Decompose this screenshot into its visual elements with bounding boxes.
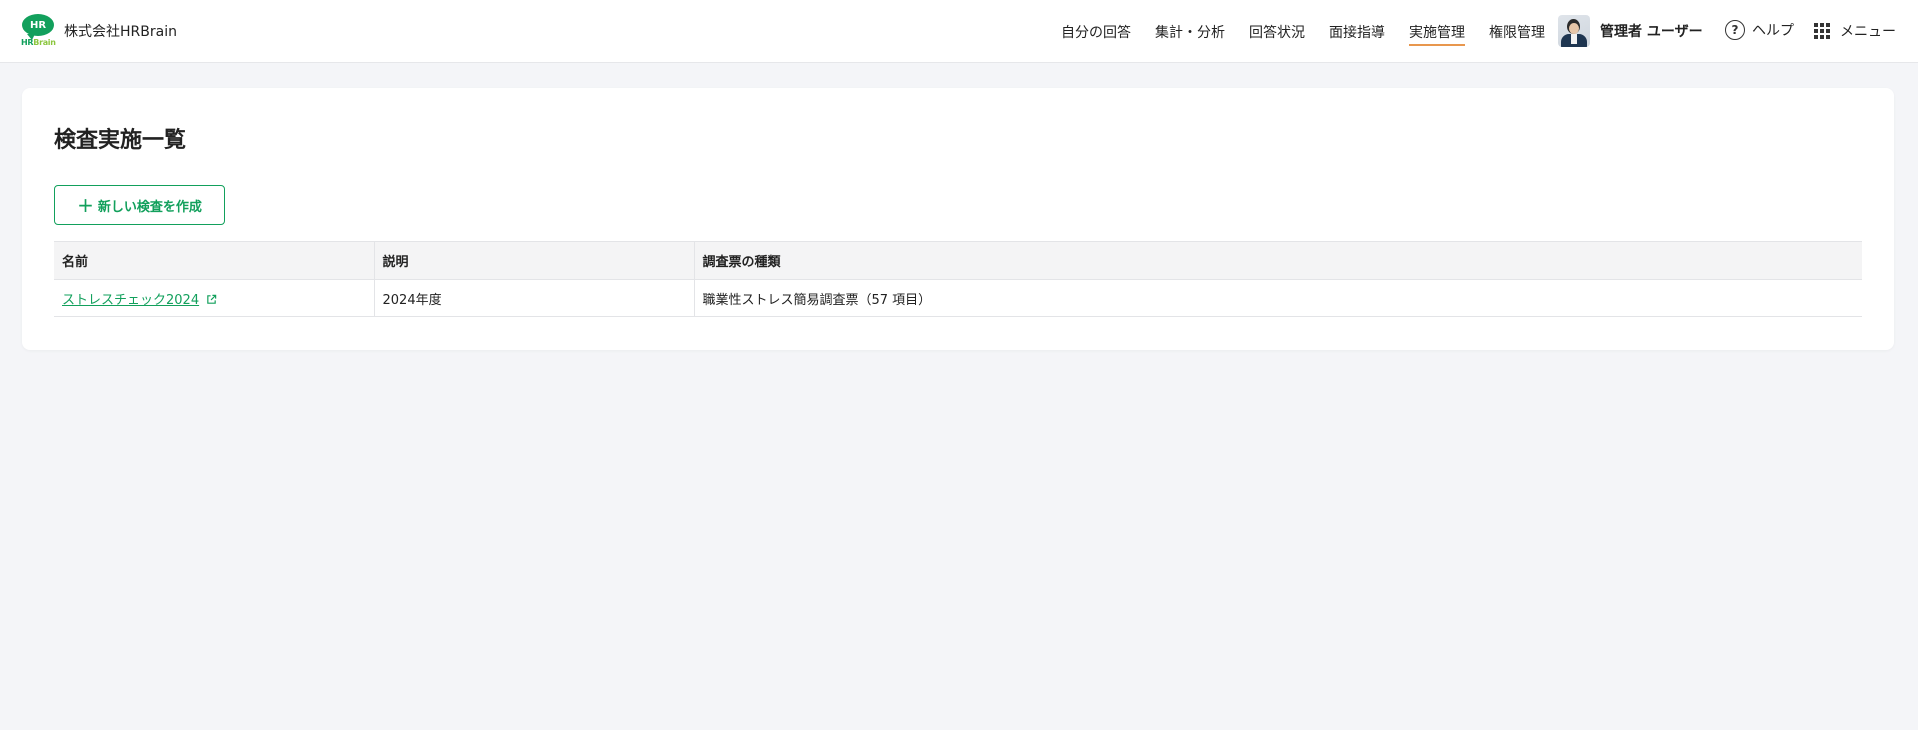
grid-icon [1814, 23, 1830, 39]
external-link-icon [207, 294, 217, 304]
nav-response-status[interactable]: 回答状況 [1249, 21, 1305, 43]
nav-interview-guidance[interactable]: 面接指導 [1329, 21, 1385, 43]
column-header-survey-type: 調査票の種類 [693, 241, 1862, 280]
user-profile[interactable]: 管理者 ユーザー [1558, 14, 1703, 48]
brand[interactable]: HR HRBrain 株式会社HRBrain [21, 14, 177, 48]
page-title: 検査実施一覧 [54, 128, 187, 153]
logo-wordmark: HRBrain [21, 38, 56, 47]
question-circle-icon: ? [1725, 20, 1745, 40]
menu-button[interactable]: メニュー [1814, 21, 1896, 41]
user-name: 管理者 ユーザー [1600, 24, 1703, 40]
table-row: ストレスチェック2024 2024年度 職業性ストレス簡易調査票（57 項目） [54, 279, 1862, 317]
table-header-row: 名前 説明 調査票の種類 [54, 241, 1862, 280]
create-exam-label: 新しい検査を作成 [97, 199, 202, 215]
avatar [1558, 15, 1590, 47]
company-name: 株式会社HRBrain [64, 24, 177, 40]
help-button[interactable]: ? ヘルプ [1725, 20, 1794, 40]
hrbrain-logo[interactable]: HR HRBrain [21, 14, 56, 48]
nav-implementation-management[interactable]: 実施管理 [1409, 21, 1465, 46]
app-header: HR HRBrain 株式会社HRBrain 自分の回答 集計・分析 回答状況 … [0, 0, 1918, 63]
main-nav: 自分の回答 集計・分析 回答状況 面接指導 実施管理 権限管理 [1061, 0, 1569, 63]
nav-analytics[interactable]: 集計・分析 [1155, 21, 1225, 43]
cell-survey-type: 職業性ストレス簡易調査票（57 項目） [693, 279, 1862, 317]
cell-description: 2024年度 [373, 279, 694, 317]
logo-bubble-icon: HR [22, 14, 54, 40]
nav-my-answers[interactable]: 自分の回答 [1061, 21, 1131, 43]
column-header-description: 説明 [373, 241, 694, 280]
cell-name: ストレスチェック2024 [54, 279, 374, 317]
menu-label: メニュー [1840, 24, 1896, 40]
help-label: ヘルプ [1752, 23, 1794, 39]
exam-table: 名前 説明 調査票の種類 ストレスチェック2024 2024年度 職業性ストレス… [54, 241, 1862, 317]
plus-icon: + [77, 193, 94, 217]
nav-permission-management[interactable]: 権限管理 [1489, 21, 1545, 43]
create-exam-button[interactable]: + 新しい検査を作成 [54, 185, 225, 225]
exam-link[interactable]: ストレスチェック2024 [62, 293, 217, 308]
content-card: 検査実施一覧 + 新しい検査を作成 名前 説明 調査票の種類 ストレスチェック2… [22, 88, 1894, 350]
column-header-name: 名前 [54, 241, 374, 280]
